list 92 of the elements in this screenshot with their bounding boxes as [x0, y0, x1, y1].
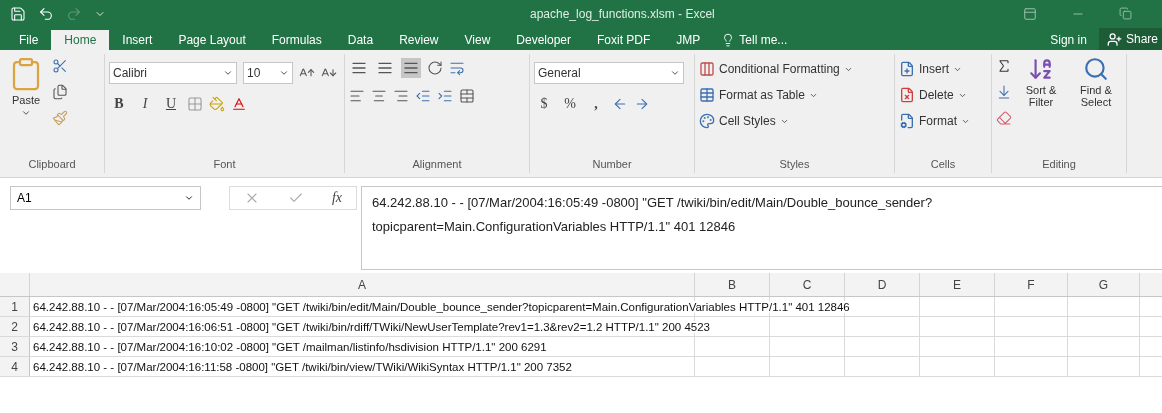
- columns-icon: [699, 61, 715, 77]
- insert-function-button[interactable]: fx: [331, 190, 343, 206]
- column-header[interactable]: C: [770, 273, 845, 296]
- row-header[interactable]: 2: [0, 317, 30, 336]
- column-header[interactable]: D: [845, 273, 920, 296]
- ribbon-tab[interactable]: Foxit PDF: [584, 30, 664, 50]
- share-button[interactable]: Share: [1098, 28, 1162, 50]
- caret-icon: [223, 68, 233, 78]
- search-icon: [1083, 56, 1109, 82]
- sum-icon[interactable]: [996, 58, 1012, 74]
- percent-button[interactable]: %: [560, 96, 580, 112]
- row-header[interactable]: 1: [0, 297, 30, 316]
- palette-icon: [699, 113, 715, 129]
- comma-button[interactable]: ,: [586, 96, 606, 112]
- group-label: Styles: [778, 157, 811, 172]
- ribbon-tab[interactable]: Page Layout: [165, 30, 259, 50]
- column-header[interactable]: F: [995, 273, 1068, 296]
- styles-button[interactable]: Cell Styles: [699, 110, 853, 132]
- styles-button[interactable]: Conditional Formatting: [699, 58, 853, 80]
- save-icon[interactable]: [10, 6, 26, 22]
- column-header[interactable]: E: [920, 273, 995, 296]
- group-label: Number: [591, 157, 633, 172]
- column-header[interactable]: B: [695, 273, 770, 296]
- font-size-field[interactable]: 10: [243, 62, 293, 84]
- group-label: Editing: [1041, 157, 1077, 172]
- cells-button[interactable]: Format: [899, 110, 970, 132]
- eraser-icon[interactable]: [996, 110, 1012, 126]
- ribbon-tab[interactable]: File: [6, 30, 52, 50]
- caret-icon: [670, 68, 680, 78]
- group-label: Cells: [929, 157, 957, 172]
- caret-icon: [21, 108, 31, 118]
- font-color-icon[interactable]: [231, 96, 247, 112]
- file-plus-icon: [899, 61, 915, 77]
- group-label: Clipboard: [27, 157, 77, 172]
- group-label: Font: [212, 157, 237, 172]
- align-icon: [377, 60, 393, 76]
- decrease-indent-icon[interactable]: [415, 88, 431, 104]
- row-header[interactable]: 3: [0, 337, 30, 356]
- sort-icon: [1028, 56, 1054, 82]
- number-format-field[interactable]: General: [534, 62, 684, 84]
- caret-icon: [279, 68, 289, 78]
- currency-button[interactable]: $: [534, 96, 554, 112]
- align-icon: [351, 60, 367, 76]
- paste-button[interactable]: Paste: [4, 54, 48, 155]
- table-icon: [699, 87, 715, 103]
- underline-button[interactable]: U: [161, 96, 181, 112]
- group-label: Alignment: [411, 157, 463, 172]
- italic-button[interactable]: I: [135, 96, 155, 112]
- font-name-field[interactable]: Calibri: [109, 62, 237, 84]
- row-header[interactable]: 4: [0, 357, 30, 376]
- align-left-icon[interactable]: [349, 88, 365, 104]
- ribbon-tab[interactable]: JMP: [663, 30, 714, 50]
- column-header[interactable]: G: [1068, 273, 1140, 296]
- align-right-icon[interactable]: [393, 88, 409, 104]
- tell-me-field[interactable]: Tell me...: [739, 33, 788, 47]
- file-gear-icon: [899, 113, 915, 129]
- undo-icon[interactable]: [38, 6, 54, 22]
- ribbon-tab[interactable]: Review: [386, 30, 452, 50]
- sign-in-link[interactable]: Sign in: [1038, 30, 1099, 50]
- cells-button[interactable]: Insert: [899, 58, 970, 80]
- paintbrush-icon[interactable]: [52, 110, 68, 126]
- file-x-icon: [899, 87, 915, 103]
- formula-field[interactable]: 64.242.88.10 - - [07/Mar/2004:16:05:49 -0800] "GET /twiki/bin/edit/Main/Double_bounce_sender?topicparent=Main.ConfigurationVariables HTTP/1.1" 401 12846: [361, 186, 1162, 270]
- window-title: apache_log_functions.xlsm - Excel: [530, 7, 716, 21]
- bold-button[interactable]: B: [109, 96, 129, 112]
- scissors-icon[interactable]: [52, 58, 68, 74]
- ribbon-tab[interactable]: Data: [334, 30, 387, 50]
- caret-icon: [184, 193, 195, 203]
- name-box[interactable]: A1: [10, 186, 202, 210]
- person-add-icon: [1106, 31, 1122, 47]
- align-center-icon[interactable]: [371, 88, 387, 104]
- align-icon: [403, 60, 419, 76]
- column-header[interactable]: A: [30, 273, 695, 296]
- orientation-icon[interactable]: [427, 60, 443, 76]
- fill-icon[interactable]: [996, 84, 1012, 100]
- restore-icon[interactable]: [1119, 7, 1132, 20]
- increase-indent-icon[interactable]: [437, 88, 453, 104]
- copy-icon[interactable]: [52, 84, 68, 100]
- ribbon-tab[interactable]: View: [451, 30, 504, 50]
- ribbon-tab[interactable]: Insert: [109, 30, 166, 50]
- ribbon-display-icon[interactable]: [1023, 7, 1037, 21]
- styles-button[interactable]: Format as Table: [699, 84, 853, 106]
- vertical-align-button[interactable]: [401, 58, 421, 78]
- wrap-text-icon[interactable]: [449, 60, 465, 76]
- fill-color-icon[interactable]: [209, 96, 225, 112]
- ribbon-tab[interactable]: Developer: [503, 30, 584, 50]
- sort-filter-button[interactable]: Sort & Filter: [1016, 54, 1066, 155]
- ribbon-tab[interactable]: Formulas: [258, 30, 335, 50]
- ribbon-tab[interactable]: Home: [51, 30, 110, 50]
- find-select-button[interactable]: Find & Select: [1070, 54, 1122, 155]
- cells-button[interactable]: Delete: [899, 84, 970, 106]
- borders-icon[interactable]: [187, 96, 203, 112]
